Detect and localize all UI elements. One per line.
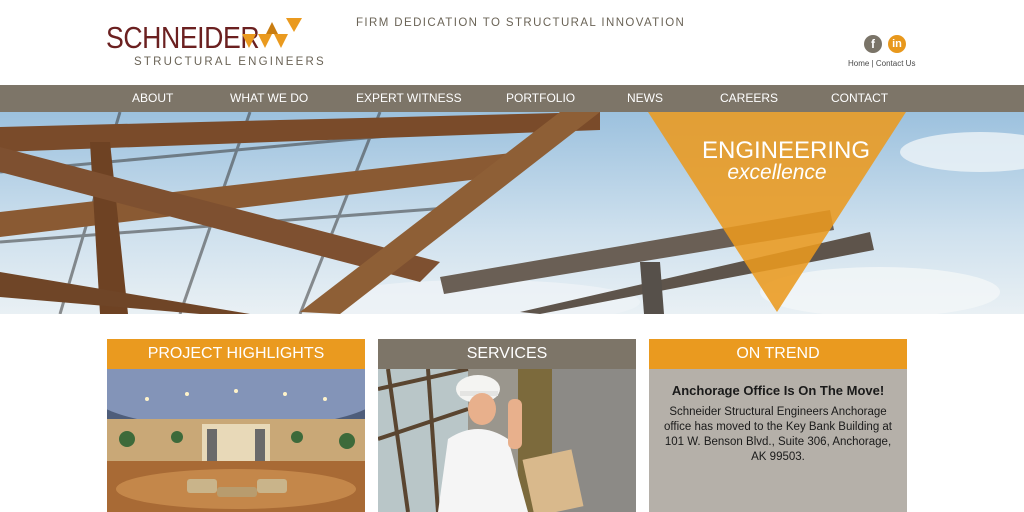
news-headline[interactable]: Anchorage Office Is On The Move! [649,383,907,398]
nav-item-about[interactable]: ABOUT [132,85,173,112]
nav-item-expert-witness[interactable]: EXPERT WITNESS [356,85,462,112]
facebook-icon[interactable]: f [864,35,882,53]
engineer-photo [378,369,636,512]
card-heading[interactable]: PROJECT HIGHLIGHTS [107,339,365,369]
hero-banner: ENGINEERING excellence [0,112,1024,314]
card-heading[interactable]: SERVICES [378,339,636,369]
project-highlights-card[interactable]: PROJECT HIGHLIGHTS [107,339,365,512]
linkedin-icon[interactable]: in [888,35,906,53]
hero-title: ENGINEERING [702,137,871,164]
news-panel: Anchorage Office Is On The Move! Schneid… [649,369,907,512]
contact-us-link[interactable]: Contact Us [876,59,916,68]
tagline: FIRM DEDICATION TO STRUCTURAL INNOVATION [356,17,686,29]
logo[interactable]: SCHNEIDER STRUCTURAL ENGINEERS [106,16,346,72]
project-highlights-image[interactable] [107,369,365,512]
home-link[interactable]: Home [848,59,869,68]
services-image[interactable] [378,369,636,512]
social-links: f in [864,35,908,55]
services-card[interactable]: SERVICES [378,339,636,512]
site-header: SCHNEIDER STRUCTURAL ENGINEERS FIRM DEDI… [0,0,1024,85]
logo-name: SCHNEIDER [106,20,260,55]
logo-subtitle: STRUCTURAL ENGINEERS [134,56,326,68]
nav-item-news[interactable]: NEWS [627,85,663,112]
nav-item-what-we-do[interactable]: WHAT WE DO [230,85,308,112]
nav-item-careers[interactable]: CAREERS [720,85,778,112]
news-text: Schneider Structural Engineers Anchorage… [663,406,892,463]
nav-item-portfolio[interactable]: PORTFOLIO [506,85,575,112]
on-trend-card[interactable]: ON TREND Anchorage Office Is On The Move… [649,339,907,512]
top-links: Home | Contact Us [848,59,915,68]
nav-item-contact[interactable]: CONTACT [831,85,888,112]
hero-subtitle: excellence [727,161,827,184]
lobby-photo [107,369,365,512]
logo-triangles-icon [242,18,302,48]
hero-image [0,112,1024,314]
main-nav: ABOUT WHAT WE DO EXPERT WITNESS PORTFOLI… [0,85,1024,112]
card-heading[interactable]: ON TREND [649,339,907,369]
